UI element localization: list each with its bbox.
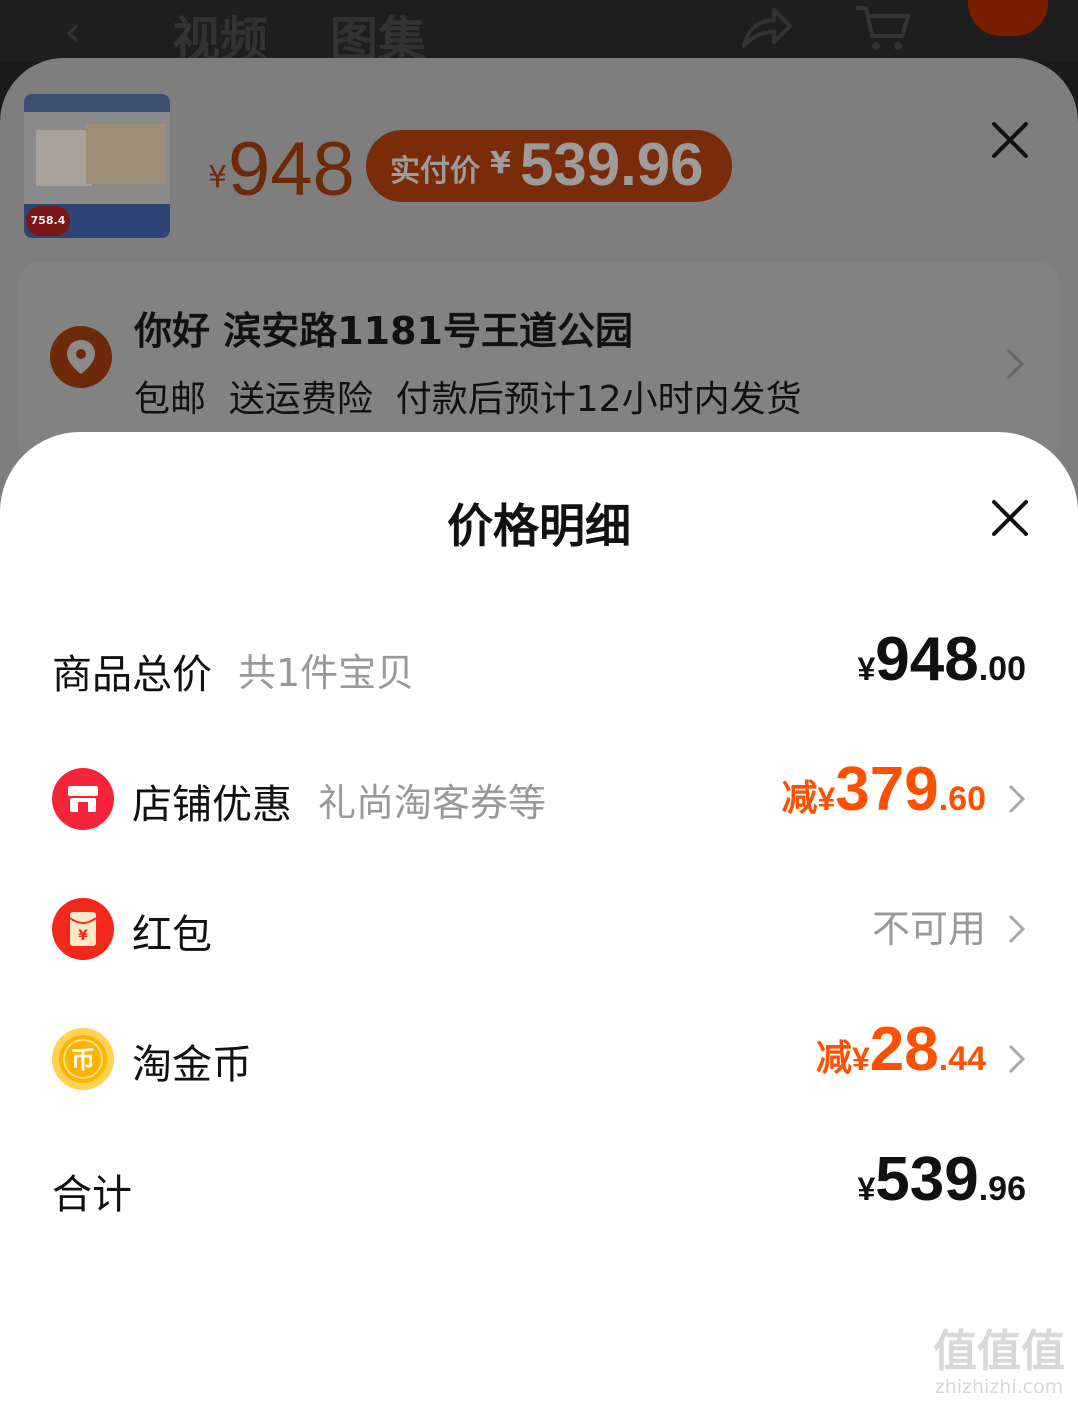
- cart-icon[interactable]: [852, 2, 912, 54]
- goods-total-amount: ¥ 948 .00: [857, 624, 1026, 714]
- chevron-right-icon: [1008, 1044, 1026, 1074]
- red-envelope-status: 不可用: [872, 884, 986, 974]
- row-label: 商品总价: [52, 652, 212, 698]
- product-thumbnail[interactable]: 758.4: [24, 94, 170, 238]
- red-envelope-icon: ¥: [52, 898, 114, 960]
- sku-original-price: 948: [228, 127, 355, 212]
- actual-pay-currency: ¥: [490, 146, 511, 181]
- tao-coins-amount: 减 ¥ 28 .44: [816, 1014, 986, 1104]
- amount-decimal: .60: [938, 780, 986, 818]
- row-tao-coins[interactable]: 币 淘金币 减 ¥ 28 .44: [0, 1014, 1078, 1104]
- actual-pay-label: 实付价: [390, 154, 480, 189]
- amount-integer: 948: [875, 625, 979, 694]
- chevron-right-icon: [1008, 784, 1026, 814]
- chevron-right-icon: [1006, 348, 1025, 380]
- row-label: 店铺优惠: [132, 782, 292, 828]
- close-icon[interactable]: [988, 118, 1032, 162]
- discount-prefix: 减: [781, 777, 818, 818]
- total-amount: ¥ 539 .96: [857, 1144, 1026, 1234]
- top-nav-bar: ‹ 视频 图集: [0, 0, 1078, 68]
- status-text: 不可用: [871, 907, 986, 951]
- chevron-right-icon: [1008, 914, 1026, 944]
- amount-integer: 28: [869, 1015, 939, 1084]
- shop-discount-amount: 减 ¥ 379 .60: [781, 754, 986, 844]
- amount-decimal: .00: [978, 650, 1026, 688]
- envelope-glyph: ¥: [78, 928, 88, 944]
- row-total: 合计 ¥ 539 .96: [0, 1144, 1078, 1234]
- watermark: 值值值 zhizhizhi.com: [926, 1326, 1072, 1399]
- actual-pay-badge: 实付价 ¥ 539.96: [366, 130, 732, 202]
- sku-currency: ¥: [208, 160, 228, 195]
- row-red-envelope[interactable]: ¥ 红包 不可用: [0, 884, 1078, 974]
- row-goods-total: 商品总价 共1件宝贝 ¥ 948 .00: [0, 624, 1078, 714]
- top-action-button[interactable]: [968, 0, 1048, 36]
- currency-symbol: ¥: [851, 1041, 870, 1077]
- sheet-title: 价格明细: [447, 499, 631, 553]
- row-sub: 共1件宝贝: [238, 651, 415, 695]
- shop-icon: [52, 768, 114, 830]
- amount-integer: 539: [875, 1145, 979, 1214]
- amount-decimal: .96: [978, 1170, 1026, 1208]
- share-icon[interactable]: [738, 2, 794, 54]
- row-label: 红包: [132, 912, 212, 958]
- row-shop-discount[interactable]: 店铺优惠 礼尚淘客券等 减 ¥ 379 .60: [0, 754, 1078, 844]
- thumbnail-promo-price: 758.4: [26, 206, 70, 236]
- location-pin-icon: [50, 326, 112, 388]
- address-title: 你好 滨安路1181号王道公园: [134, 309, 633, 353]
- currency-symbol: ¥: [857, 1171, 876, 1207]
- watermark-logo: 值值值: [933, 1326, 1065, 1377]
- shipping-info: 包邮 送运费险 付款后预计12小时内发货: [134, 379, 802, 420]
- coin-glyph: 币: [71, 1046, 95, 1074]
- row-label: 合计: [52, 1172, 132, 1218]
- amount-integer: 379: [835, 755, 939, 824]
- amount-decimal: .44: [938, 1040, 986, 1078]
- watermark-url: zhizhizhi.com: [934, 1376, 1064, 1398]
- back-icon[interactable]: ‹: [64, 6, 82, 57]
- actual-pay-price: 539.96: [520, 131, 704, 198]
- price-detail-sheet: 价格明细 商品总价 共1件宝贝 ¥ 948 .00 店铺优惠 礼尚淘客券等 减 …: [0, 432, 1078, 1409]
- discount-prefix: 减: [815, 1037, 852, 1078]
- close-icon[interactable]: [988, 496, 1032, 540]
- currency-symbol: ¥: [857, 651, 876, 687]
- row-sub: 礼尚淘客券等: [318, 781, 547, 825]
- currency-symbol: ¥: [817, 781, 836, 817]
- row-label: 淘金币: [132, 1042, 252, 1088]
- coin-icon: 币: [52, 1028, 114, 1090]
